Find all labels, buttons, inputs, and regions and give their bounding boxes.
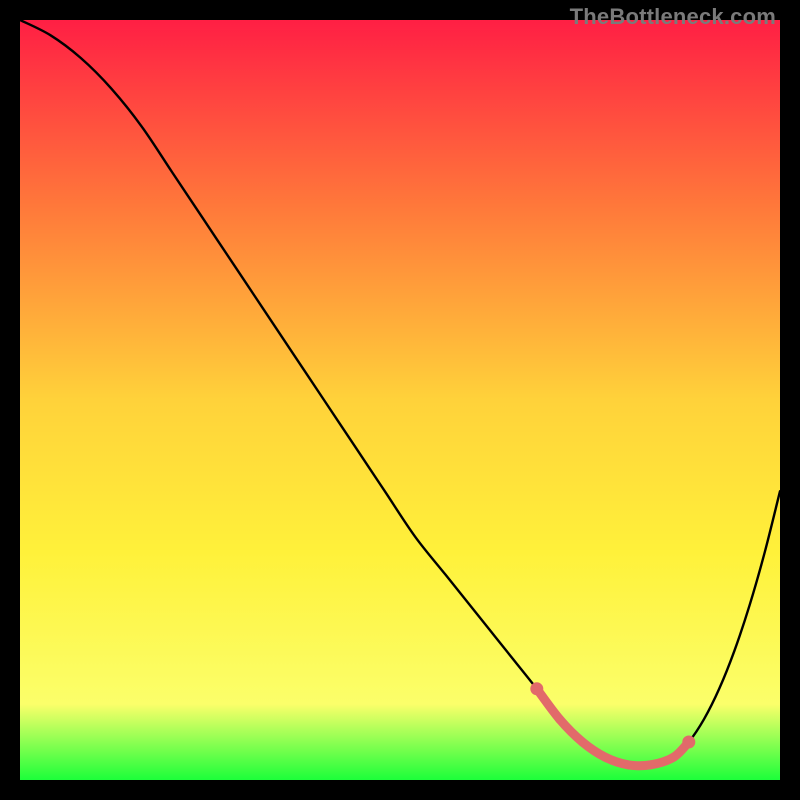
curve-layer	[20, 20, 780, 780]
watermark-text: TheBottleneck.com	[570, 4, 776, 30]
highlight-dot	[601, 753, 610, 762]
highlight-dot	[555, 715, 564, 724]
plot-area	[20, 20, 780, 780]
highlight-end-dot	[682, 736, 695, 749]
chart-stage: TheBottleneck.com	[0, 0, 800, 800]
highlight-end-dot	[530, 682, 543, 695]
bottleneck-curve	[20, 20, 780, 766]
highlight-dot	[669, 753, 678, 762]
optimal-range-highlight	[537, 689, 689, 766]
highlight-dot	[578, 738, 587, 747]
highlight-dot	[646, 760, 655, 769]
highlight-dot	[624, 760, 633, 769]
